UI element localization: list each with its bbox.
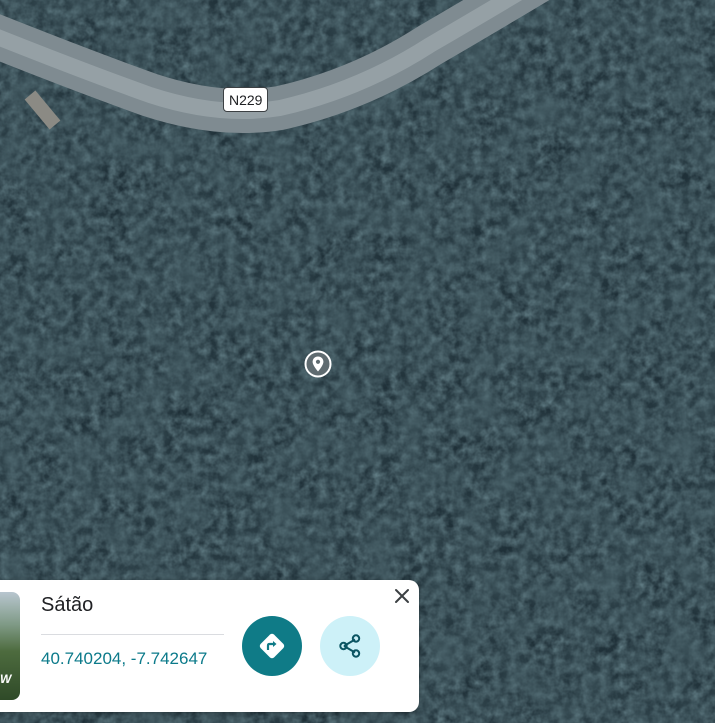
close-button[interactable]: [390, 584, 414, 608]
place-coordinates[interactable]: 40.740204, -7.742647: [41, 649, 207, 669]
card-divider: [41, 634, 224, 635]
share-icon: [339, 634, 361, 658]
close-icon: [395, 589, 409, 603]
directions-button[interactable]: [242, 616, 302, 676]
share-button[interactable]: [320, 616, 380, 676]
road-label-badge: N229: [223, 87, 269, 112]
directions-icon: [259, 633, 285, 659]
place-thumbnail[interactable]: W: [0, 592, 20, 700]
thumbnail-label: W: [0, 672, 12, 686]
place-name: Sátão: [41, 594, 94, 616]
location-pin-icon[interactable]: [304, 350, 332, 378]
